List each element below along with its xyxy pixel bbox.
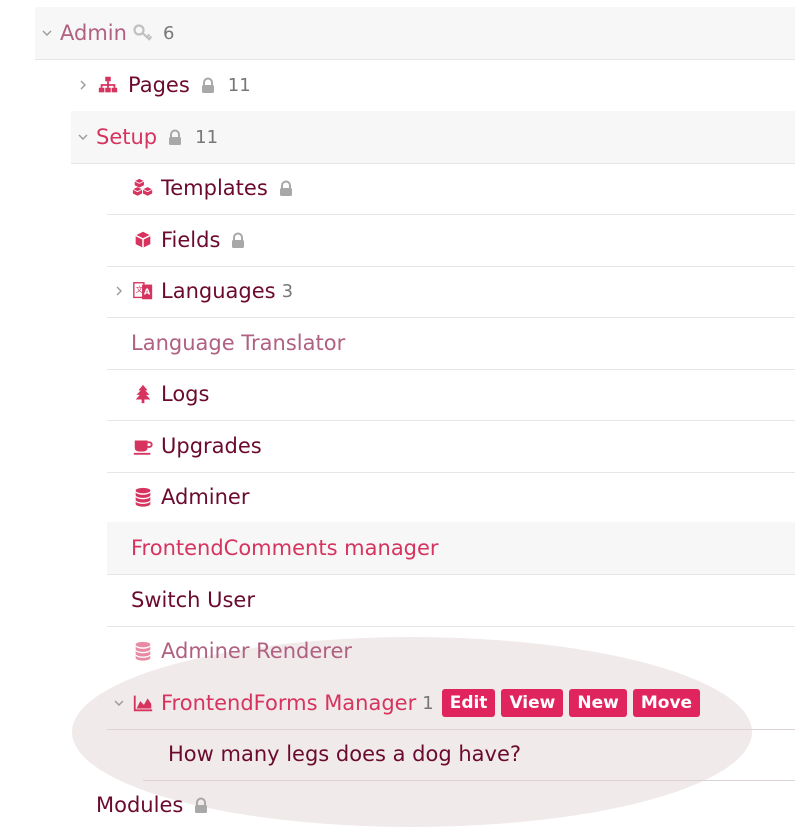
- move-button[interactable]: Move: [632, 689, 701, 717]
- tree-item-modules[interactable]: Modules: [71, 779, 795, 831]
- tree-item-label[interactable]: Language Translator: [131, 332, 345, 354]
- tree-item-label[interactable]: Admin: [60, 22, 127, 44]
- tree-icon: [131, 382, 155, 406]
- tree-item-switch-user[interactable]: Switch User: [107, 574, 795, 627]
- chevron-down-icon[interactable]: [110, 697, 128, 709]
- lock-icon: [230, 232, 246, 249]
- tree-item-adminer-renderer[interactable]: Adminer Renderer: [107, 625, 795, 677]
- tree-item-label[interactable]: How many legs does a dog have?: [168, 743, 521, 765]
- cubes-icon: [131, 176, 155, 200]
- tree-item-question[interactable]: How many legs does a dog have?: [143, 728, 795, 781]
- chevron-right-icon[interactable]: [110, 285, 128, 297]
- tree-item-adminer[interactable]: Adminer: [107, 471, 795, 524]
- svg-text:A: A: [144, 287, 151, 297]
- tree-item-label[interactable]: Switch User: [131, 589, 255, 611]
- tree-item-label[interactable]: Logs: [161, 383, 209, 405]
- child-count: 1: [422, 692, 434, 714]
- tree-item-label[interactable]: Pages: [128, 74, 190, 96]
- lock-icon: [193, 797, 209, 814]
- area-chart-icon: [131, 691, 155, 715]
- child-count: 3: [281, 280, 294, 302]
- tree-item-frontendcomments-manager[interactable]: FrontendComments manager: [107, 522, 795, 575]
- tree-item-language-translator[interactable]: Language Translator: [107, 317, 795, 370]
- tree-item-languages[interactable]: 文A Languages 3: [107, 265, 795, 318]
- view-button[interactable]: View: [501, 689, 564, 717]
- svg-text:文: 文: [136, 285, 144, 294]
- sitemap-icon: [96, 73, 120, 97]
- child-count: 11: [227, 74, 251, 96]
- chevron-down-icon[interactable]: [74, 131, 92, 143]
- lock-icon: [167, 129, 183, 146]
- lock-icon: [278, 180, 294, 197]
- coffee-icon: [131, 434, 155, 458]
- cube-icon: [131, 228, 155, 252]
- tree-item-label[interactable]: Languages: [161, 280, 276, 302]
- action-buttons: Edit View New Move: [441, 689, 701, 717]
- tree-item-admin[interactable]: Admin 6: [35, 7, 795, 60]
- tree-item-templates[interactable]: Templates: [107, 162, 795, 215]
- tree-item-fields[interactable]: Fields: [107, 214, 795, 267]
- tree-item-label[interactable]: Setup: [96, 126, 157, 148]
- edit-button[interactable]: Edit: [441, 689, 496, 717]
- tree-item-label[interactable]: Upgrades: [161, 435, 262, 457]
- lock-icon: [200, 77, 216, 94]
- tree-item-logs[interactable]: Logs: [107, 368, 795, 421]
- tree-item-label[interactable]: Adminer: [161, 486, 249, 508]
- tree-item-pages[interactable]: Pages 11: [71, 59, 795, 112]
- database-icon: [131, 485, 155, 509]
- tree-item-setup[interactable]: Setup 11: [71, 111, 795, 164]
- new-button[interactable]: New: [569, 689, 627, 717]
- tree-item-label[interactable]: Adminer Renderer: [161, 640, 352, 662]
- chevron-down-icon[interactable]: [38, 27, 56, 39]
- tree-item-label[interactable]: Modules: [96, 794, 183, 816]
- key-icon: [133, 23, 155, 43]
- child-count: 11: [195, 126, 219, 148]
- tree-item-upgrades[interactable]: Upgrades: [107, 420, 795, 473]
- tree-item-label[interactable]: FrontendComments manager: [131, 537, 439, 559]
- database-icon: [131, 639, 155, 663]
- tree-item-label[interactable]: Fields: [161, 229, 220, 251]
- tree-item-label[interactable]: FrontendForms Manager: [161, 692, 416, 714]
- child-count: 6: [162, 22, 175, 44]
- language-icon: 文A: [131, 279, 155, 303]
- tree-item-frontendforms-manager[interactable]: FrontendForms Manager 1 Edit View New Mo…: [107, 677, 795, 730]
- chevron-right-icon[interactable]: [74, 79, 92, 91]
- tree-item-label[interactable]: Templates: [161, 177, 268, 199]
